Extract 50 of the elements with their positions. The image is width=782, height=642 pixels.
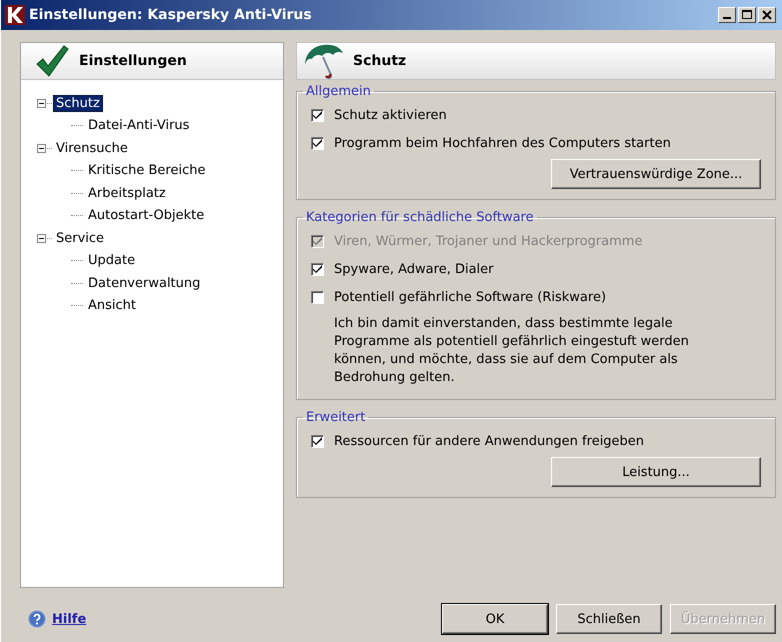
dialog-button[interactable]: Vertrauenswürdige Zone... <box>551 159 761 189</box>
tree-item[interactable]: Service <box>53 230 108 247</box>
tree-item[interactable]: Ansicht <box>85 297 140 314</box>
collapse-icon[interactable] <box>37 98 46 108</box>
checkbox-label: Schutz aktivieren <box>334 108 447 122</box>
dialog-button[interactable]: Schließen <box>556 604 662 634</box>
dialog-button[interactable]: Leistung... <box>551 457 761 487</box>
collapse-icon[interactable] <box>37 144 46 153</box>
checkmark-icon <box>313 139 322 147</box>
checkbox[interactable] <box>311 136 324 150</box>
checkmark-icon <box>313 111 322 119</box>
collapse-icon[interactable] <box>37 234 46 243</box>
help-icon <box>28 610 46 628</box>
dialog-button[interactable]: OK <box>442 604 548 634</box>
description-text: Ich bin damit einverstanden, dass bestimmte legale Programme als potentiell gefährlich eingestuft werden können, und möchte, dass sie auf dem Computer als Bedrohung gelten. <box>334 315 690 387</box>
minimize-button[interactable] <box>718 7 736 23</box>
checkbox-label: Potentiell gefährliche Software (Riskware) <box>334 290 606 304</box>
app-logo-icon <box>5 5 25 25</box>
tree-item[interactable]: Autostart-Objekte <box>85 207 208 224</box>
group-title: Allgemein <box>305 84 372 99</box>
panel-title: Schutz <box>353 53 406 69</box>
tree-item[interactable]: Datenverwaltung <box>85 274 204 292</box>
tree-item[interactable]: Update <box>85 252 138 270</box>
panel-title: Einstellungen <box>79 53 187 69</box>
checkmark-icon <box>313 237 322 245</box>
checkmark-icon <box>313 437 322 445</box>
checkbox-label: Programm beim Hochfahren des Computers starten <box>334 136 671 150</box>
tree-item[interactable]: Schutz <box>53 94 103 112</box>
close-button[interactable] <box>758 7 776 23</box>
checkbox[interactable] <box>311 262 324 276</box>
group-title: Kategorien für schädliche Software <box>305 210 535 225</box>
checkbox[interactable] <box>311 108 324 122</box>
help-link[interactable]: Hilfe <box>52 612 86 626</box>
minimize-icon <box>723 17 731 19</box>
checkmark-icon <box>35 44 69 78</box>
checkbox-label: Spyware, Adware, Dialer <box>334 262 494 276</box>
maximize-icon <box>742 10 752 20</box>
checkbox-label: Ressourcen für andere Anwendungen freigeben <box>334 434 644 448</box>
tree-item[interactable]: Kritische Bereiche <box>85 162 208 180</box>
tree-item[interactable]: Arbeitsplatz <box>85 184 169 202</box>
tree-item[interactable]: Datei-Anti-Virus <box>85 117 192 134</box>
window-title: Einstellungen: Kaspersky Anti-Virus <box>29 7 313 23</box>
checkbox[interactable] <box>311 434 324 448</box>
checkbox-label: Viren, Würmer, Trojaner und Hackerprogramme <box>334 234 642 248</box>
maximize-button[interactable] <box>738 7 756 23</box>
group-title: Erweitert <box>305 410 366 425</box>
close-icon <box>762 10 772 20</box>
tree-item[interactable]: Virensuche <box>53 140 131 157</box>
checkmark-icon <box>313 265 322 273</box>
checkbox[interactable] <box>311 290 324 304</box>
